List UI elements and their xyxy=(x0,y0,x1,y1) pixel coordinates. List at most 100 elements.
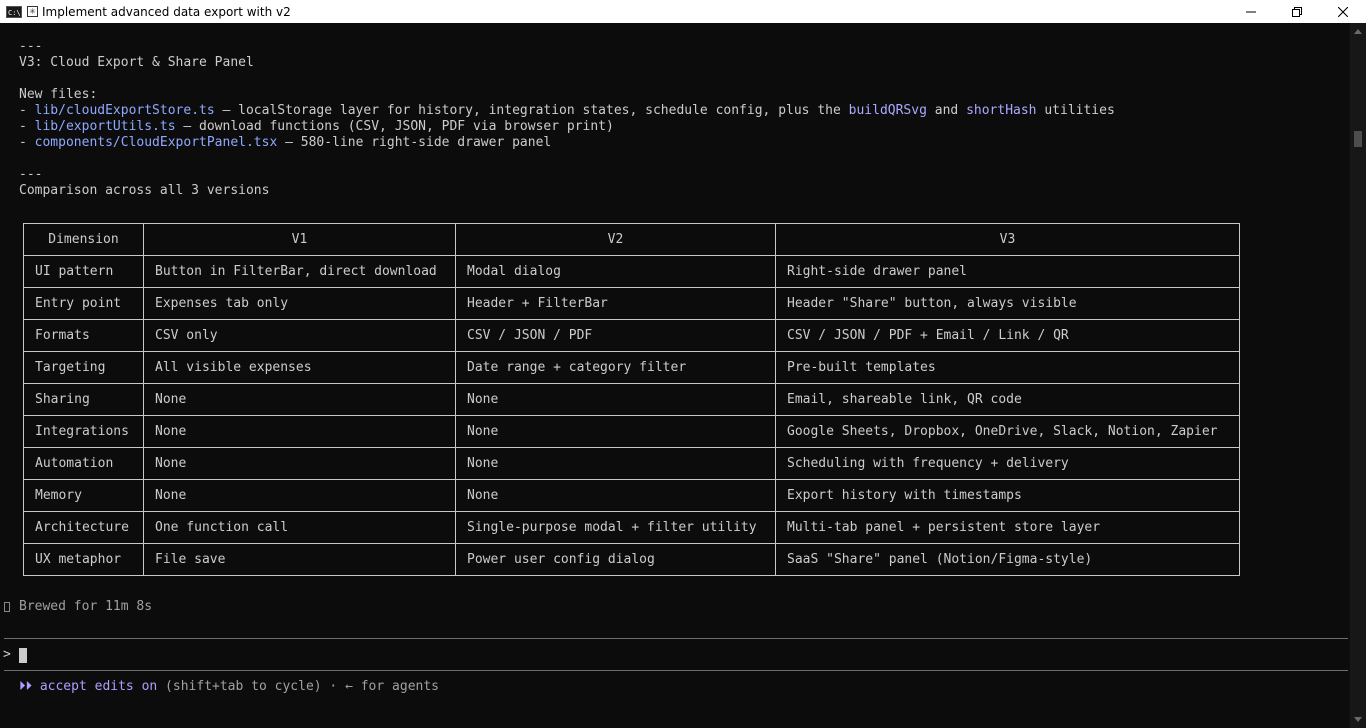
minimize-icon xyxy=(1246,11,1256,12)
table-header-row: Dimension V1 V2 V3 xyxy=(23,223,1240,256)
table-cell-dimension: Formats xyxy=(23,319,144,352)
table-cell-dimension: UX metaphor xyxy=(23,543,144,576)
table-cell-dimension: Targeting xyxy=(23,351,144,384)
column-header-v1: V1 xyxy=(143,223,456,256)
table-cell-dimension: UI pattern xyxy=(23,255,144,288)
table-cell-v3: Multi-tab panel + persistent store layer xyxy=(775,511,1240,544)
table-cell-v2: Modal dialog xyxy=(455,255,776,288)
table-cell-v3: Pre-built templates xyxy=(775,351,1240,384)
scroll-thumb[interactable] xyxy=(1354,131,1362,147)
table-cell-v2: Header + FilterBar xyxy=(455,287,776,320)
file-description-mid: and xyxy=(926,103,967,118)
table-cell-v1: File save xyxy=(143,543,456,576)
table-cell-v2: CSV / JSON / PDF xyxy=(455,319,776,352)
tab-status-icon: ✳ xyxy=(27,6,38,17)
table-row: UI pattern Button in FilterBar, direct do… xyxy=(23,255,1240,288)
table-cell-v3: Email, shareable link, QR code xyxy=(775,383,1240,416)
column-header-v2: V2 xyxy=(455,223,776,256)
inline-code-buildqrsvg: buildQRSvg xyxy=(848,103,927,118)
table-cell-dimension: Entry point xyxy=(23,287,144,320)
scroll-up-arrow-icon[interactable] xyxy=(1354,29,1362,34)
table-cell-dimension: Memory xyxy=(23,479,144,512)
table-cell-dimension: Sharing xyxy=(23,383,144,416)
table-cell-v2: None xyxy=(455,479,776,512)
table-cell-v1: None xyxy=(143,479,456,512)
table-cell-v2: None xyxy=(455,383,776,416)
input-top-divider xyxy=(4,638,1348,639)
table-body: UI pattern Button in FilterBar, direct do… xyxy=(23,255,1240,576)
table-cell-dimension: Architecture xyxy=(23,511,144,544)
restore-icon xyxy=(1292,6,1302,17)
table-cell-v2: Single-purpose modal + filter utility xyxy=(455,511,776,544)
table-row: Formats CSV only CSV / JSON / PDF CSV / JSO… xyxy=(23,319,1240,352)
separator-line: --- xyxy=(19,167,43,182)
brewed-duration: Brewed for 11m 8s xyxy=(19,599,153,614)
table-cell-v3: Scheduling with frequency + delivery xyxy=(775,447,1240,480)
table-cell-dimension: Integrations xyxy=(23,415,144,448)
comparison-table: Dimension V1 V2 V3 UI pattern Button in F… xyxy=(23,223,1240,576)
prompt-input-cursor[interactable] xyxy=(19,648,27,663)
terminal-output: --- V3: Cloud Export & Share Panel New f… xyxy=(0,23,1350,728)
table-cell-v1: Expenses tab only xyxy=(143,287,456,320)
table-row: Integrations None None Google Sheets, Dropb… xyxy=(23,415,1240,448)
console-app-icon: C:\ xyxy=(6,5,22,18)
table-cell-v1: One function call xyxy=(143,511,456,544)
list-bullet: - xyxy=(19,119,35,134)
table-row: Targeting All visible expenses Date range … xyxy=(23,351,1240,384)
file-link-cloud-export-panel[interactable]: components/CloudExportPanel.tsx xyxy=(35,135,278,150)
table-row: Memory None None Export history with timest… xyxy=(23,479,1240,512)
file-description: — 580-line right-side drawer panel xyxy=(277,135,552,150)
close-button[interactable] xyxy=(1320,0,1366,23)
table-cell-v3: Header "Share" button, always visible xyxy=(775,287,1240,320)
table-row: Automation None None Scheduling with freque… xyxy=(23,447,1240,480)
table-cell-v3: CSV / JSON / PDF + Email / Link / QR xyxy=(775,319,1240,352)
title-bar: C:\ ✳ Implement advanced data export wit… xyxy=(0,0,1366,23)
table-cell-v2: None xyxy=(455,447,776,480)
table-cell-v1: Button in FilterBar, direct download xyxy=(143,255,456,288)
column-header-dimension: Dimension xyxy=(23,223,144,256)
table-cell-v2: Power user config dialog xyxy=(455,543,776,576)
list-bullet: - xyxy=(19,103,35,118)
file-item-cloud-export-store: - lib/cloudExportStore.ts — localStorage… xyxy=(19,103,1115,119)
file-item-cloud-export-panel: - components/CloudExportPanel.tsx — 580-… xyxy=(19,135,551,151)
mode-hint: (shift+tab to cycle) · ← for agents xyxy=(157,679,439,694)
list-bullet: - xyxy=(19,135,35,150)
file-description: — download functions (CSV, JSON, PDF via… xyxy=(175,119,614,134)
restore-button[interactable] xyxy=(1274,0,1320,23)
comparison-title: Comparison across all 3 versions xyxy=(19,183,270,198)
file-link-cloud-export-store[interactable]: lib/cloudExportStore.ts xyxy=(35,103,215,118)
minimize-button[interactable] xyxy=(1228,0,1274,23)
table-cell-dimension: Automation xyxy=(23,447,144,480)
prompt-symbol: > xyxy=(3,647,11,662)
file-description: — localStorage layer for history, integr… xyxy=(214,103,849,118)
brewed-status-icon xyxy=(4,602,10,612)
table-cell-v1: None xyxy=(143,447,456,480)
section-heading: V3: Cloud Export & Share Panel xyxy=(19,55,254,70)
table-row: Sharing None None Email, shareable link, QR… xyxy=(23,383,1240,416)
accept-edits-label: accept edits on xyxy=(39,679,158,694)
separator-line: --- xyxy=(19,39,43,54)
table-cell-v3: Right-side drawer panel xyxy=(775,255,1240,288)
window-controls xyxy=(1228,0,1366,23)
table-cell-v1: All visible expenses xyxy=(143,351,456,384)
table-cell-v1: CSV only xyxy=(143,319,456,352)
file-link-export-utils[interactable]: lib/exportUtils.ts xyxy=(35,119,176,134)
vertical-scrollbar[interactable] xyxy=(1350,23,1366,728)
file-description-end: utilities xyxy=(1036,103,1115,118)
new-files-label: New files: xyxy=(19,87,98,102)
table-row: Architecture One function call Single-purp… xyxy=(23,511,1240,544)
table-cell-v1: None xyxy=(143,415,456,448)
mode-status-line[interactable]: ⏵⏵ accept edits on (shift+tab to cycle) … xyxy=(19,679,439,695)
column-header-v3: V3 xyxy=(775,223,1240,256)
table-cell-v3: Export history with timestamps xyxy=(775,479,1240,512)
table-row: Entry point Expenses tab only Header + Fil… xyxy=(23,287,1240,320)
file-item-export-utils: - lib/exportUtils.ts — download function… xyxy=(19,119,614,135)
inline-code-shorthash: shortHash xyxy=(966,103,1037,118)
table-cell-v1: None xyxy=(143,383,456,416)
close-icon xyxy=(1338,6,1348,17)
table-row: UX metaphor File save Power user config di… xyxy=(23,543,1240,576)
terminal-window: C:\ ✳ Implement advanced data export wit… xyxy=(0,0,1366,728)
table-cell-v3: SaaS "Share" panel (Notion/Figma-style) xyxy=(775,543,1240,576)
scroll-down-arrow-icon[interactable] xyxy=(1354,717,1362,722)
input-bottom-divider xyxy=(4,670,1348,671)
